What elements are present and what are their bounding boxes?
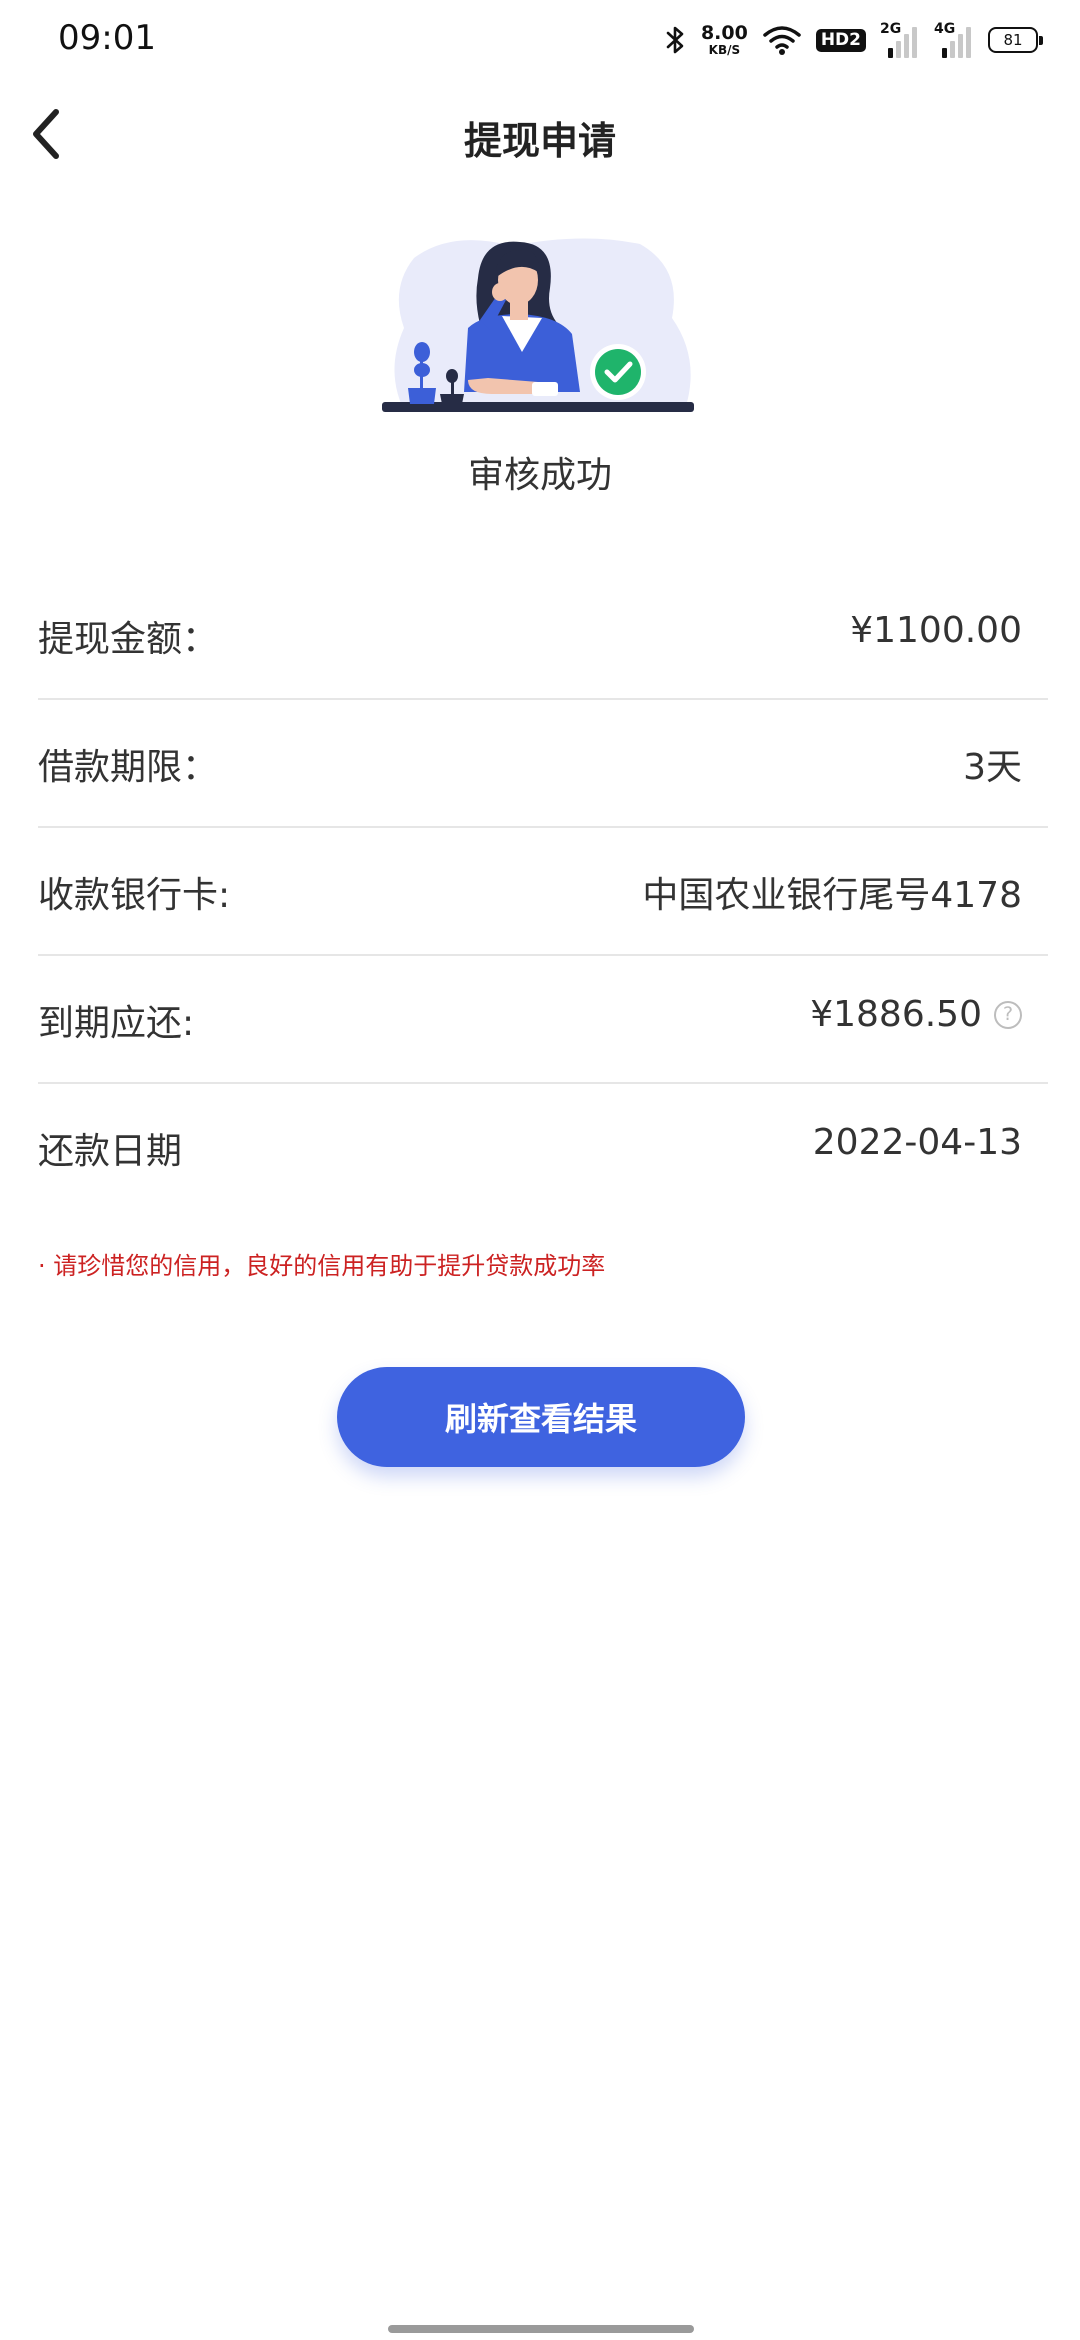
help-icon[interactable]: ? [994,1000,1022,1029]
status-icons: 8.00 KB/S HD2 2G 4G 81 [665,20,1043,60]
signal-4g-icon: 4G [934,22,974,58]
loan-term-value: 3天 [963,738,1022,790]
bank-card-value: 中国农业银行尾号4178 [642,866,1022,918]
amount-due-label: 到期应还: [38,1003,195,1044]
bank-card-label: 收款银行卡: [38,875,231,916]
repayment-date-label: 还款日期 [38,1131,183,1172]
amount-due-value: ¥1886.50 ? [810,994,1022,1035]
review-status-title: 审核成功 [467,455,612,496]
loan-term-label: 借款期限： [38,747,219,788]
battery-level: 81 [1003,30,1023,49]
signal-4g-label: 4G [934,21,956,37]
signal-2g-label: 2G [880,21,902,37]
screen: 09:01 8.00 KB/S HD2 2G 4G 81 提现申请 审核成功 提… [0,0,1080,2340]
bank-card-text: 中国农业银行尾号4178 [642,875,1022,916]
signal-2g-icon: 2G [880,22,920,58]
network-speed-value: 8.00 [700,22,748,44]
row-loan-term: 借款期限： 3天 [38,700,1048,828]
home-indicator[interactable] [388,2325,694,2333]
nav-bar: 提现申请 [0,80,1080,190]
status-time: 09:01 [58,18,156,58]
credit-notice: · 请珍惜您的信用，良好的信用有助于提升贷款成功率 [38,1252,606,1280]
network-speed-unit: KB/S [708,43,741,57]
review-success-illustration [382,238,694,412]
network-speed: 8.00 KB/S [700,22,748,57]
page-title: 提现申请 [463,119,616,163]
row-bank-card: 收款银行卡: 中国农业银行尾号4178 [38,828,1048,956]
withdraw-amount-value: ¥1100.00 [850,610,1022,651]
bluetooth-icon [666,26,684,54]
withdrawal-info-list: 提现金额： ¥1100.00 借款期限： 3天 收款银行卡: 中国农业银行尾号4… [38,572,1048,1212]
amount-due-text: ¥1886.50 [810,994,982,1035]
withdraw-amount-label: 提现金额： [38,619,219,660]
row-amount-due: 到期应还: ¥1886.50 ? [38,956,1048,1084]
repayment-date-text: 2022-04-13 [812,1122,1022,1163]
loan-term-text: 3天 [963,747,1022,788]
status-bar: 09:01 8.00 KB/S HD2 2G 4G 81 [0,0,1080,80]
row-withdraw-amount: 提现金额： ¥1100.00 [38,572,1048,700]
refresh-result-button[interactable]: 刷新查看结果 [337,1367,745,1467]
withdraw-amount-text: ¥1100.00 [850,610,1022,651]
wifi-icon [763,26,801,55]
battery-icon: 81 [988,27,1043,53]
hd-voice-badge: HD2 [815,28,866,52]
repayment-date-value: 2022-04-13 [813,1122,1022,1163]
row-repayment-date: 还款日期 2022-04-13 [38,1084,1048,1212]
